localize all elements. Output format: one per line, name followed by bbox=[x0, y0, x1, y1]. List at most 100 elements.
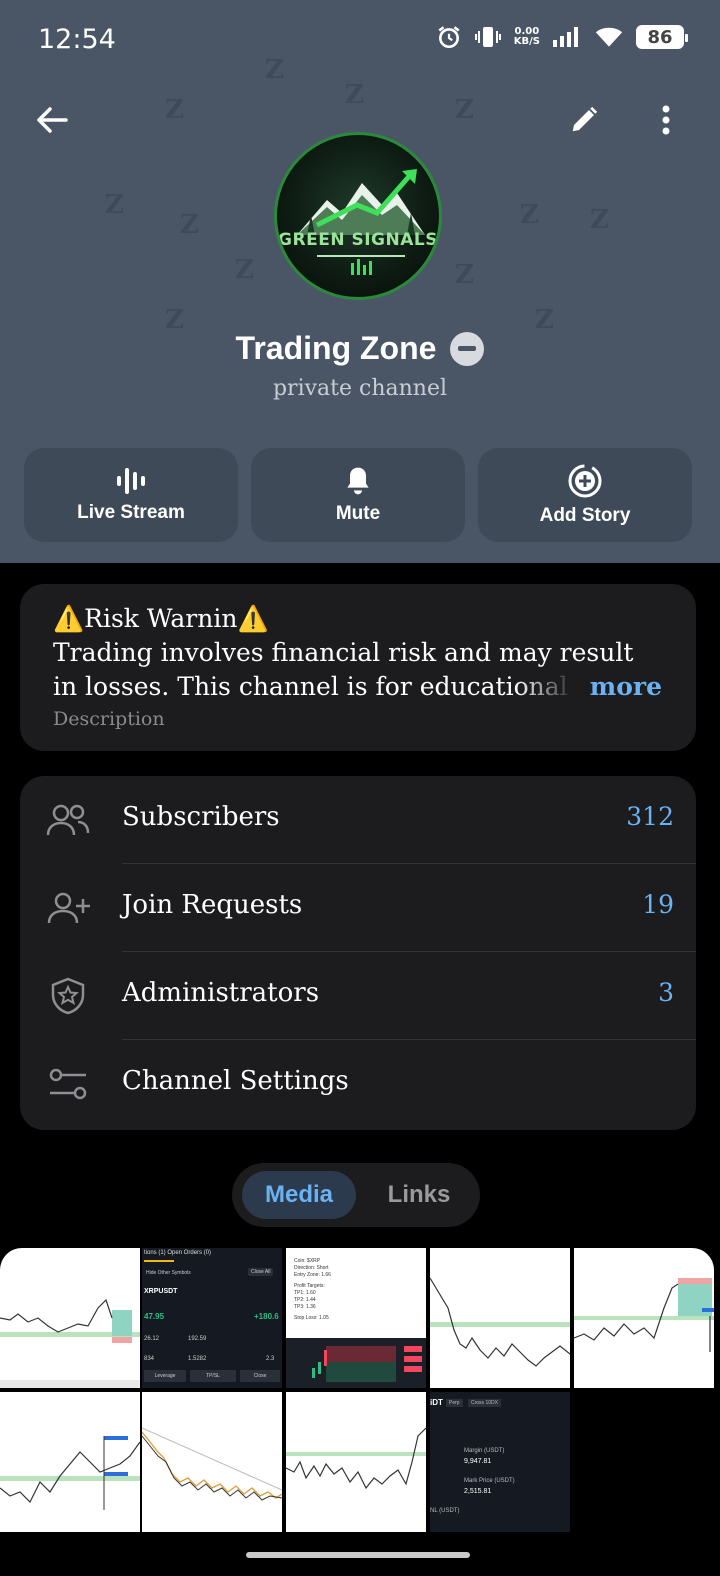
thumb-text: NL (USDT) bbox=[430, 1508, 460, 1514]
live-stream-icon bbox=[117, 468, 145, 494]
channel-header: Z Z Z Z Z Z Z Z Z Z Z Z 12:54 0.00 KB/S … bbox=[0, 0, 720, 563]
thumb-text: +180.6 bbox=[254, 1312, 279, 1321]
thumb-text: TP2: 1.44 bbox=[294, 1297, 316, 1303]
pattern-glyph: Z bbox=[105, 190, 124, 220]
channel-info-card: Subscribers 312 Join Requests 19 Adminis… bbox=[20, 776, 696, 1130]
subscribers-label: Subscribers bbox=[122, 802, 280, 832]
tab-links[interactable]: Links bbox=[364, 1171, 474, 1219]
admin-shield-icon bbox=[46, 976, 90, 1016]
media-grid: tions (1) Open Orders (0) Hide Other Sym… bbox=[0, 1248, 720, 1538]
edit-button[interactable] bbox=[560, 96, 608, 144]
thumb-text: TP3: 1.36 bbox=[294, 1304, 316, 1310]
thumb-text: 2.3 bbox=[266, 1356, 275, 1362]
description-line-2: in losses. This channel is for education… bbox=[53, 672, 568, 701]
join-requests-count: 19 bbox=[642, 890, 674, 919]
description-title: ⚠️Risk Warnin⚠️ bbox=[53, 604, 269, 633]
add-story-label: Add Story bbox=[539, 505, 631, 526]
channel-avatar[interactable]: GREEN SIGNALS bbox=[274, 132, 442, 300]
media-thumbnail[interactable]: tions (1) Open Orders (0) Hide Other Sym… bbox=[142, 1248, 282, 1388]
media-thumbnail[interactable] bbox=[286, 1392, 426, 1532]
thumb-text: Margin (USDT) bbox=[464, 1448, 505, 1454]
media-thumbnail[interactable] bbox=[430, 1248, 570, 1388]
thumb-text: Cross 10DX bbox=[468, 1399, 501, 1407]
mute-label: Mute bbox=[335, 503, 381, 524]
status-icons: 0.00 KB/S 86 bbox=[436, 24, 688, 50]
media-thumbnail[interactable] bbox=[0, 1248, 140, 1388]
mountain-logo-icon bbox=[297, 169, 425, 235]
thumb-text: 1.5282 bbox=[188, 1356, 207, 1362]
description-label: Description bbox=[53, 708, 165, 730]
administrators-row[interactable]: Administrators 3 bbox=[20, 952, 696, 1040]
media-thumbnail[interactable]: Coin: $XRP Direction: Short Entry Zone: … bbox=[286, 1248, 426, 1388]
add-story-icon bbox=[568, 464, 602, 498]
avatar-logo-decoration bbox=[277, 253, 439, 285]
thumb-text: Perp bbox=[446, 1399, 463, 1407]
media-thumbnail[interactable] bbox=[574, 1248, 714, 1388]
channel-settings-row[interactable]: Channel Settings bbox=[20, 1040, 696, 1128]
home-indicator[interactable] bbox=[246, 1552, 470, 1558]
thumb-text: Entry Zone: 1.66 bbox=[294, 1272, 331, 1278]
mute-button[interactable]: Mute bbox=[251, 448, 465, 542]
battery-indicator: 86 bbox=[636, 25, 688, 49]
pattern-glyph: Z bbox=[520, 200, 539, 230]
status-time: 12:54 bbox=[38, 24, 116, 55]
join-requests-label: Join Requests bbox=[122, 890, 303, 920]
pattern-glyph: Z bbox=[235, 255, 254, 285]
add-story-button[interactable]: Add Story bbox=[478, 448, 692, 542]
thumb-text: Direction: Short bbox=[294, 1265, 329, 1271]
bell-icon bbox=[347, 467, 369, 495]
thumb-text: Leverage bbox=[144, 1370, 186, 1382]
avatar-logo-text: GREEN SIGNALS bbox=[278, 230, 438, 250]
thumb-text: Mark Price (USDT) bbox=[464, 1478, 515, 1484]
settings-sliders-icon bbox=[46, 1064, 90, 1104]
channel-name: Trading Zone bbox=[235, 330, 437, 366]
media-tabs: Media Links bbox=[232, 1163, 480, 1227]
alarm-icon bbox=[438, 26, 460, 49]
thumb-text: Stop Loss: 1.05 bbox=[294, 1315, 329, 1321]
pattern-glyph: Z bbox=[590, 205, 609, 235]
thumb-text: 26.12 bbox=[144, 1336, 160, 1342]
channel-settings-label: Channel Settings bbox=[122, 1066, 349, 1096]
subscribers-row[interactable]: Subscribers 312 bbox=[20, 776, 696, 864]
more-options-button[interactable] bbox=[642, 96, 690, 144]
join-requests-row[interactable]: Join Requests 19 bbox=[20, 864, 696, 952]
subscribers-count: 312 bbox=[626, 802, 674, 831]
media-thumbnail[interactable] bbox=[0, 1392, 140, 1532]
more-link[interactable]: more bbox=[583, 670, 662, 704]
thumb-text: Close All bbox=[248, 1268, 274, 1276]
thumb-text: TP1: 1.60 bbox=[294, 1290, 316, 1296]
pattern-glyph: Z bbox=[455, 260, 474, 290]
thumb-text: Hide Other Symbols bbox=[146, 1270, 191, 1276]
pattern-glyph: Z bbox=[455, 95, 474, 125]
thumb-text: Coin: $XRP bbox=[294, 1258, 321, 1264]
thumb-text: XRPUSDT bbox=[144, 1288, 178, 1295]
media-thumbnail[interactable] bbox=[142, 1392, 282, 1532]
thumb-text: 9,947.81 bbox=[464, 1458, 492, 1465]
pattern-glyph: Z bbox=[345, 80, 364, 110]
pattern-glyph: Z bbox=[165, 95, 184, 125]
thumb-text: Profit Targets: bbox=[294, 1283, 325, 1289]
vibrate-icon bbox=[474, 27, 501, 47]
add-user-icon bbox=[46, 888, 90, 928]
status-bar: 12:54 0.00 KB/S 86 bbox=[0, 0, 720, 84]
media-thumbnail[interactable]: iDT Perp Cross 10DX Margin (USDT) 9,947.… bbox=[430, 1392, 570, 1532]
administrators-count: 3 bbox=[658, 978, 674, 1007]
description-line-2-row: in losses. This channel is for education… bbox=[53, 670, 662, 704]
description-card[interactable]: ⚠️Risk Warnin⚠️ Trading involves financi… bbox=[20, 584, 696, 751]
thumb-text: Close bbox=[240, 1370, 280, 1382]
signal-icon bbox=[553, 27, 578, 47]
thumb-text: 2,515.81 bbox=[464, 1488, 492, 1495]
arrow-left-icon bbox=[37, 107, 68, 133]
channel-title-row: Trading Zone bbox=[0, 330, 720, 367]
channel-type: private channel bbox=[272, 376, 448, 401]
thumb-text: TP/SL bbox=[190, 1370, 236, 1382]
live-stream-button[interactable]: Live Stream bbox=[24, 448, 238, 542]
back-button[interactable] bbox=[28, 96, 76, 144]
network-speed-unit: KB/S bbox=[513, 36, 540, 47]
live-stream-label: Live Stream bbox=[77, 502, 185, 523]
more-vertical-icon bbox=[662, 105, 670, 135]
administrators-label: Administrators bbox=[122, 978, 320, 1008]
tab-media[interactable]: Media bbox=[242, 1171, 356, 1219]
thumb-text: tions (1) Open Orders (0) bbox=[144, 1250, 212, 1256]
wifi-icon bbox=[595, 27, 623, 47]
